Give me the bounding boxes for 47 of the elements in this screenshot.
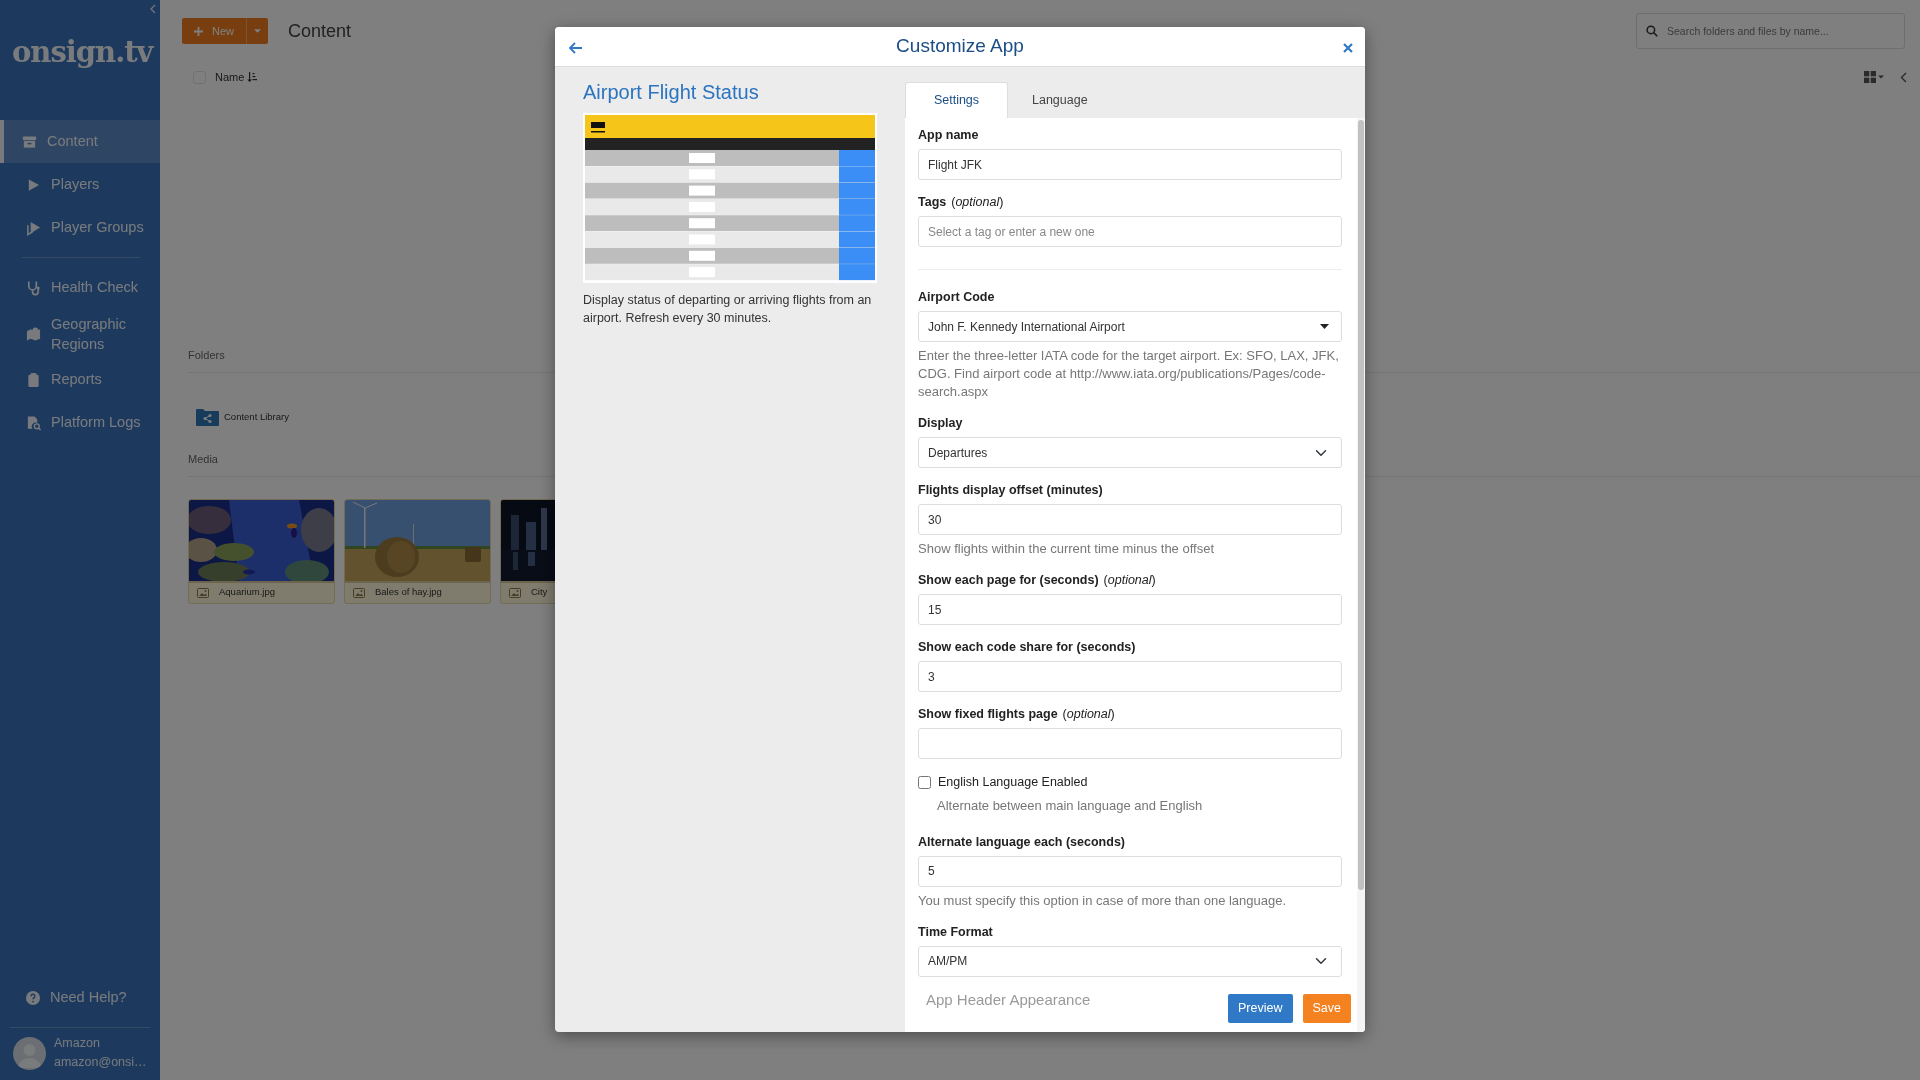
help-text: Show flights within the current time minus the offset (918, 540, 1215, 558)
page-title: Content (288, 19, 352, 43)
tab[interactable]: Language (1008, 82, 1111, 118)
sidebar-item[interactable]: Platform Logs (0, 401, 160, 444)
app-description: Display status of departing or arriving flights from an airport. Refresh every 30 minutes. (583, 292, 873, 327)
search-field[interactable]: Search folders and files by name... (1636, 13, 1905, 49)
section-heading: App Header Appearance (926, 990, 1091, 1009)
sidebar-item[interactable]: Health Check (0, 266, 160, 309)
field-label: Show fixed flights page (optional) (918, 706, 1116, 722)
sidebar-item[interactable]: Reports (0, 358, 160, 401)
sidebar-item[interactable]: Geographic Regions (0, 309, 160, 358)
text-field[interactable]: 3 (918, 661, 1342, 692)
select-field[interactable]: AM/PM (918, 945, 1342, 977)
text-field[interactable]: 30 (918, 504, 1342, 535)
text-field[interactable]: Flight JFK (918, 149, 1342, 180)
logo: onsign.tv (12, 34, 155, 71)
field-label: Airport Code (918, 289, 996, 305)
field-label: Show each code share for (seconds) (918, 639, 1137, 655)
folder-item[interactable]: Content Library (196, 408, 289, 426)
text-field[interactable]: 15 (918, 594, 1342, 625)
modal-title: Customize App (896, 34, 1024, 59)
sidebar-item[interactable]: Players (0, 163, 160, 206)
help-link[interactable]: Need Help? (0, 976, 160, 1019)
app-title: Airport Flight Status (583, 80, 760, 105)
field-label: Display (918, 415, 964, 431)
field-label: Show each page for (seconds) (optional) (918, 572, 1157, 588)
field-label: Time Format (918, 923, 994, 940)
help-text: Alternate between main language and English (937, 796, 1204, 815)
field-label: Alternate language each (seconds) (918, 833, 1126, 850)
sidebar-item[interactable]: Player Groups (0, 206, 160, 249)
text-field[interactable]: Select a tag or enter a new one (918, 216, 1342, 247)
user-name: Amazon (54, 1035, 101, 1052)
text-field[interactable]: 5 (918, 855, 1342, 887)
preview-button[interactable]: Preview (1228, 994, 1293, 1023)
field-label: Tags (optional) (918, 194, 1005, 210)
name-sort-button[interactable]: Name (215, 68, 258, 86)
select-field[interactable]: Departures (918, 437, 1342, 468)
field-label: Flights display offset (minutes) (918, 482, 1104, 498)
dropdown-field[interactable]: John F. Kennedy International Airport (918, 311, 1342, 342)
field-label: App name (918, 127, 980, 143)
user-email: amazon@onsi… (54, 1054, 147, 1071)
media-card[interactable]: Aquarium.jpg (188, 498, 335, 604)
tab[interactable]: Settings (905, 82, 1008, 118)
save-button[interactable]: Save (1302, 994, 1351, 1023)
checkbox-label: English Language Enabled (938, 774, 1088, 791)
media-card[interactable]: Bales of hay.jpg (344, 498, 491, 604)
help-text: You must specify this option in case of more than one language. (918, 891, 1288, 910)
